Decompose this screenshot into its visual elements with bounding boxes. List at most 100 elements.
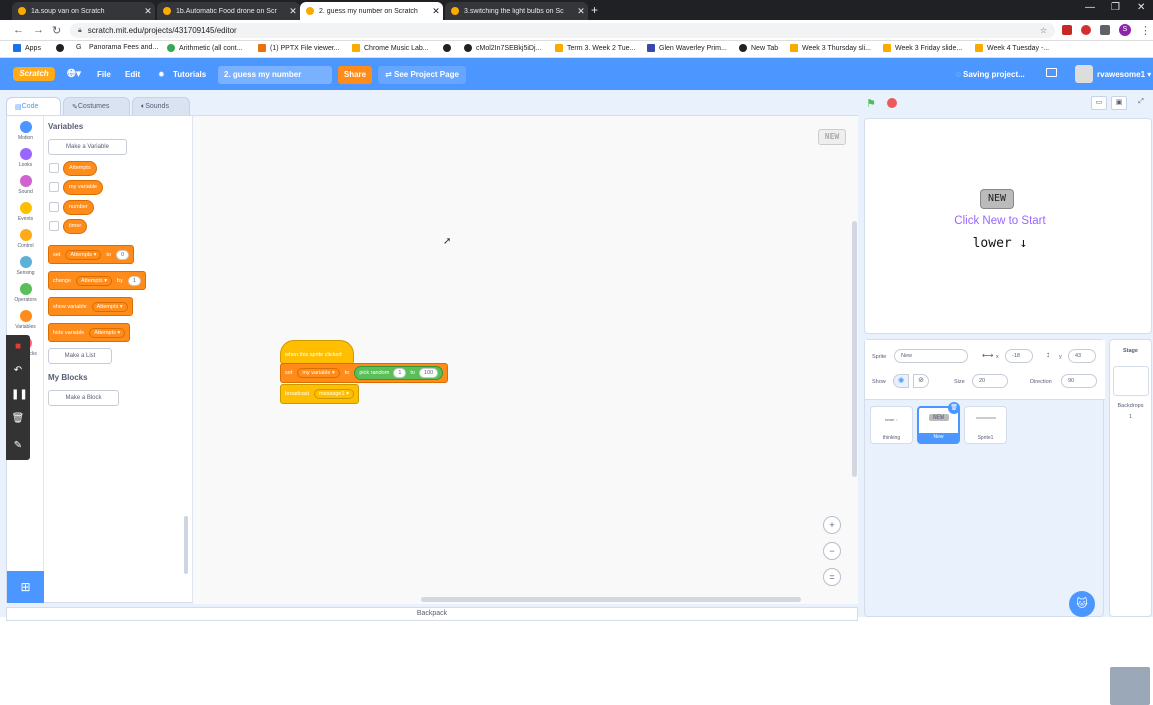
variable-reporter-attempts[interactable]: Attempts bbox=[63, 161, 97, 176]
variable-dropdown[interactable]: Attempts ▾ bbox=[91, 301, 128, 312]
value-input[interactable]: 1 bbox=[127, 275, 141, 286]
tab-code[interactable]: ▤ Code bbox=[6, 97, 61, 115]
bookmark[interactable]: Term 3. Week 2 Tue... bbox=[555, 44, 635, 52]
bookmark[interactable]: Panorama Fees and... bbox=[89, 44, 158, 51]
stop-sign-icon[interactable] bbox=[887, 98, 897, 108]
category-looks[interactable]: Looks bbox=[7, 148, 44, 168]
pen-icon[interactable]: ✎ bbox=[11, 439, 25, 453]
make-variable-button[interactable]: Make a Variable bbox=[48, 139, 127, 155]
variable-checkbox[interactable] bbox=[49, 163, 59, 173]
add-sprite-cat-icon[interactable]: 🐱︎ bbox=[1069, 591, 1095, 617]
bookmark[interactable]: Glen Waverley Prim... bbox=[647, 44, 727, 52]
close-tab-icon[interactable]: ✕ bbox=[429, 6, 443, 17]
variable-dropdown[interactable]: Attempts ▾ bbox=[89, 327, 126, 338]
close-tab-icon[interactable]: ✕ bbox=[574, 6, 588, 17]
see-project-page-button[interactable]: ⇄ See Project Page bbox=[378, 66, 466, 84]
forward-arrow-icon[interactable]: → bbox=[33, 24, 44, 36]
stop-record-icon[interactable]: ■ bbox=[11, 340, 25, 354]
show-variable-block[interactable]: show variable Attempts ▾ bbox=[48, 297, 133, 316]
new-tab-button[interactable]: + bbox=[591, 3, 598, 17]
bookmark[interactable]: Chrome Music Lab... bbox=[352, 44, 429, 52]
stage-target-pane[interactable]: Stage Backdrops 1 bbox=[1109, 339, 1152, 617]
browser-tab-active[interactable]: 2. guess my number on Scratch ✕ bbox=[300, 2, 443, 20]
browser-tab[interactable]: 3.switching the light bulbs on Sc ✕ bbox=[445, 2, 588, 20]
sprite-name-input[interactable]: New bbox=[894, 349, 968, 363]
category-operators[interactable]: Operators bbox=[7, 283, 44, 303]
tab-costumes[interactable]: ✎ Costumes bbox=[63, 97, 130, 115]
workspace-horizontal-scrollbar[interactable] bbox=[421, 597, 801, 602]
add-extension-button[interactable]: ⊞ bbox=[7, 571, 44, 603]
hide-sprite-eye-icon[interactable]: ⊘ bbox=[913, 374, 929, 388]
category-motion[interactable]: Motion bbox=[7, 121, 44, 141]
variable-checkbox[interactable] bbox=[49, 221, 59, 231]
variable-dropdown[interactable]: Attempts ▾ bbox=[65, 249, 102, 260]
green-flag-icon[interactable]: ⚑ bbox=[866, 97, 876, 110]
broadcast-block[interactable]: broadcast message1 ▾ bbox=[280, 384, 359, 404]
large-stage-icon[interactable]: ▣ bbox=[1111, 96, 1127, 110]
set-variable-block[interactable]: set my variable ▾ to pick random 1 to 10… bbox=[280, 363, 449, 383]
variable-reporter-timer[interactable]: timer bbox=[63, 219, 88, 234]
close-tab-icon[interactable]: ✕ bbox=[141, 6, 155, 17]
variable-checkbox[interactable] bbox=[49, 182, 59, 192]
username-menu[interactable]: rvawesome1 ▾ bbox=[1097, 70, 1151, 79]
pdf-extension-icon[interactable] bbox=[1062, 25, 1072, 35]
message-dropdown[interactable]: message1 ▾ bbox=[314, 389, 354, 399]
bookmark[interactable] bbox=[443, 44, 455, 52]
stage-new-sprite[interactable]: NEW bbox=[980, 189, 1014, 209]
tutorials-button[interactable]: Tutorials bbox=[173, 70, 206, 79]
close-window-icon[interactable]: ✕ bbox=[1137, 2, 1145, 13]
variable-checkbox[interactable] bbox=[49, 202, 59, 212]
browser-tab[interactable]: 1a.soup van on Scratch ✕ bbox=[12, 2, 155, 20]
variable-reporter-my-variable[interactable]: my variable bbox=[63, 180, 104, 195]
bookmark[interactable]: Arithmetic (all cont... bbox=[167, 44, 242, 52]
hide-variable-block[interactable]: hide variable Attempts ▾ bbox=[48, 323, 131, 342]
bookmark[interactable]: Week 3 Thursday sli... bbox=[790, 44, 871, 52]
share-button[interactable]: Share bbox=[338, 66, 372, 84]
script-workspace[interactable]: NEW when this sprite clicked set my vari… bbox=[193, 116, 858, 604]
bookmark[interactable]: New Tab bbox=[739, 44, 778, 52]
file-menu[interactable]: File bbox=[97, 70, 111, 79]
bookmark[interactable] bbox=[56, 44, 68, 52]
bookmark[interactable]: Week 3 Friday slide... bbox=[883, 44, 962, 52]
bookmark[interactable]: (1) PPTX File viewer... bbox=[258, 44, 340, 52]
backpack-bar[interactable]: Backpack bbox=[6, 607, 858, 621]
random-to-input[interactable]: 100 bbox=[418, 368, 439, 378]
sprite-thumbnail-sprite1[interactable]: Sprite1 bbox=[964, 406, 1007, 444]
zoom-in-icon[interactable]: + bbox=[823, 516, 841, 534]
reload-icon[interactable]: ↻ bbox=[52, 24, 61, 37]
zoom-out-icon[interactable]: − bbox=[823, 542, 841, 560]
close-tab-icon[interactable]: ✕ bbox=[286, 6, 300, 17]
bookmark-apps[interactable]: Apps bbox=[13, 44, 41, 52]
project-title-input[interactable]: 2. guess my number bbox=[218, 66, 332, 84]
bookmark[interactable]: G bbox=[76, 44, 81, 51]
x-position-input[interactable]: -18 bbox=[1005, 349, 1033, 363]
maximize-icon[interactable]: ❐ bbox=[1111, 2, 1120, 13]
category-events[interactable]: Events bbox=[7, 202, 44, 222]
sprite-thumbnail-thinking[interactable]: lower ↓ thinking bbox=[870, 406, 913, 444]
kebab-menu-icon[interactable]: ⋮ bbox=[1140, 24, 1151, 37]
when-sprite-clicked-block[interactable]: when this sprite clicked bbox=[280, 340, 354, 364]
stage-thumbnail[interactable] bbox=[1113, 366, 1149, 396]
back-arrow-icon[interactable]: ← bbox=[13, 24, 24, 36]
minimize-icon[interactable]: — bbox=[1085, 2, 1095, 13]
my-stuff-folder-icon[interactable] bbox=[1046, 68, 1057, 77]
variable-dropdown[interactable]: Attempts ▾ bbox=[76, 275, 113, 286]
random-from-input[interactable]: 1 bbox=[393, 368, 407, 378]
value-input[interactable]: 0 bbox=[115, 249, 129, 260]
pause-icon[interactable]: ❚❚ bbox=[11, 388, 28, 402]
pick-random-block[interactable]: pick random 1 to 100 bbox=[354, 366, 444, 380]
delete-sprite-icon[interactable]: 🗑︎ bbox=[948, 402, 960, 414]
undo-icon[interactable]: ↶ bbox=[11, 364, 25, 378]
extension-icon[interactable] bbox=[1081, 25, 1091, 35]
tab-sounds[interactable]: 🔈︎ Sounds bbox=[132, 97, 190, 115]
size-input[interactable]: 20 bbox=[972, 374, 1008, 388]
category-sensing[interactable]: Sensing bbox=[7, 256, 44, 276]
trash-icon[interactable]: 🗑︎ bbox=[11, 412, 25, 426]
bookmark[interactable]: Week 4 Tuesday -... bbox=[975, 44, 1049, 52]
category-control[interactable]: Control bbox=[7, 229, 44, 249]
direction-input[interactable]: 90 bbox=[1061, 374, 1097, 388]
zoom-reset-icon[interactable]: = bbox=[823, 568, 841, 586]
browser-tab[interactable]: 1b.Automatic Food drone on Scr ✕ bbox=[157, 2, 300, 20]
make-list-button[interactable]: Make a List bbox=[48, 348, 112, 364]
set-variable-block[interactable]: set Attempts ▾ to 0 bbox=[48, 245, 134, 264]
